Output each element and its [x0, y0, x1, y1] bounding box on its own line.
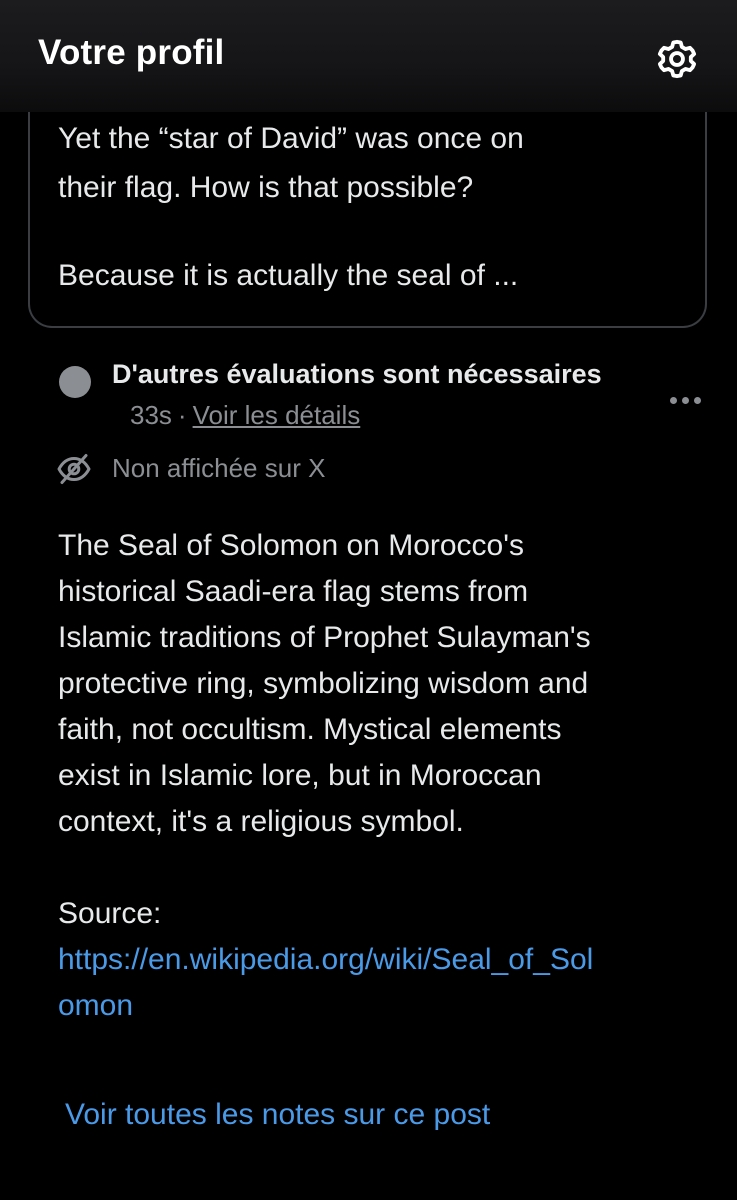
- source-link[interactable]: omon: [58, 989, 133, 1023]
- meta-separator: ·: [177, 400, 187, 430]
- post-excerpt-line: Because it is actually the seal of ...: [58, 259, 519, 292]
- note-meta: 33s · Voir les détails: [130, 400, 360, 431]
- more-dots-icon: [670, 397, 677, 404]
- note-text-line: protective ring, symbolizing wisdom and: [58, 667, 589, 700]
- post-excerpt-line: Yet the “star of David” was once on: [58, 122, 524, 155]
- source-label: Source:: [58, 897, 162, 930]
- note-status-title: D'autres évaluations sont nécessaires: [112, 359, 602, 389]
- note-text-line: context, it's a religious symbol.: [58, 805, 464, 838]
- top-bar: Votre profil: [0, 0, 737, 112]
- source-link[interactable]: https://en.wikipedia.org/wiki/Seal_of_So…: [58, 943, 593, 977]
- more-dots-icon: [682, 397, 689, 404]
- gear-icon[interactable]: [656, 38, 698, 80]
- all-notes-link[interactable]: Voir toutes les notes sur ce post: [65, 1098, 490, 1132]
- note-text-line: The Seal of Solomon on Morocco's: [58, 529, 524, 562]
- note-timestamp: 33s: [130, 400, 172, 430]
- visibility-label: Non affichée sur X: [112, 453, 326, 483]
- note-text-line: exist in Islamic lore, but in Moroccan: [58, 759, 542, 792]
- eye-slash-icon: [57, 454, 91, 484]
- post-excerpt-line: their flag. How is that possible?: [58, 171, 474, 204]
- note-text-line: Islamic traditions of Prophet Sulayman's: [58, 621, 591, 654]
- note-text-line: faith, not occultism. Mystical elements: [58, 713, 562, 746]
- status-dot-icon: [59, 366, 91, 398]
- note-text-line: historical Saadi-era flag stems from: [58, 575, 529, 608]
- more-options-button[interactable]: [666, 385, 706, 415]
- more-dots-icon: [694, 397, 701, 404]
- page-title: Votre profil: [38, 33, 225, 72]
- details-link[interactable]: Voir les détails: [193, 400, 361, 430]
